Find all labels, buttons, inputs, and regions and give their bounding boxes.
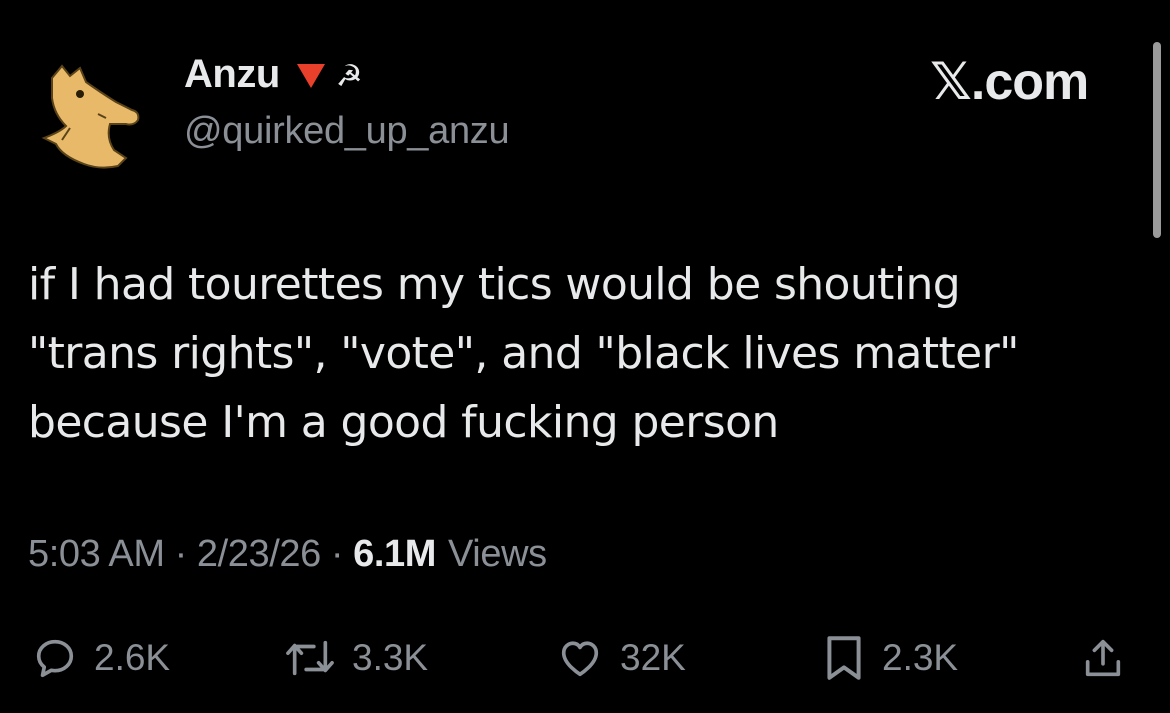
reply-button[interactable]: 2.6K	[32, 623, 170, 693]
avatar[interactable]	[40, 58, 160, 176]
tweet-line: "trans rights", "vote", and "black lives…	[28, 328, 1019, 379]
author-handle[interactable]: @quirked_up_anzu	[184, 110, 510, 153]
tweet-meta: 5:03 AM · 2/23/26 · 6.1M Views	[28, 533, 547, 576]
action-bar: 2.6K 3.3K 32K 2.3K	[0, 623, 1170, 693]
heart-icon	[561, 641, 599, 677]
meta-separator: ·	[330, 533, 344, 575]
tweet-screenshot: Anzu ☭ @quirked_up_anzu 𝕏.com if I had t…	[0, 0, 1170, 713]
views-label[interactable]: Views	[448, 533, 547, 576]
tweet-line: if I had tourettes my tics would be shou…	[28, 259, 961, 310]
repost-icon	[286, 640, 334, 676]
views-count[interactable]: 6.1M	[353, 533, 436, 576]
meta-separator: ·	[174, 533, 188, 575]
repost-button[interactable]: 3.3K	[284, 623, 428, 693]
author-name-row[interactable]: Anzu ☭	[184, 52, 363, 97]
like-count: 32K	[620, 637, 686, 678]
x-brand-logo: 𝕏.com	[930, 52, 1089, 112]
avatar-image	[41, 64, 140, 169]
tweet-date[interactable]: 2/23/26	[197, 533, 321, 576]
bookmark-button[interactable]: 2.3K	[822, 623, 958, 693]
repost-count: 3.3K	[352, 637, 429, 678]
author-display-name[interactable]: Anzu	[184, 52, 280, 97]
brand-suffix: .com	[970, 53, 1089, 111]
reply-icon	[36, 639, 74, 678]
share-button[interactable]	[1080, 623, 1126, 693]
tweet-line: because I'm a good fucking person	[28, 397, 779, 448]
x-logo-icon: 𝕏	[930, 52, 972, 112]
tweet-time[interactable]: 5:03 AM	[28, 533, 165, 576]
red-triangle-icon	[296, 63, 325, 88]
scrollbar[interactable]	[1153, 42, 1161, 238]
reply-count: 2.6K	[94, 637, 171, 678]
share-icon	[1085, 639, 1121, 677]
hammer-sickle-icon: ☭	[335, 59, 363, 93]
tweet-text: if I had tourettes my tics would be shou…	[28, 250, 1128, 457]
bookmark-icon	[827, 636, 861, 680]
like-button[interactable]: 32K	[556, 623, 686, 693]
bookmark-count: 2.3K	[882, 637, 959, 678]
